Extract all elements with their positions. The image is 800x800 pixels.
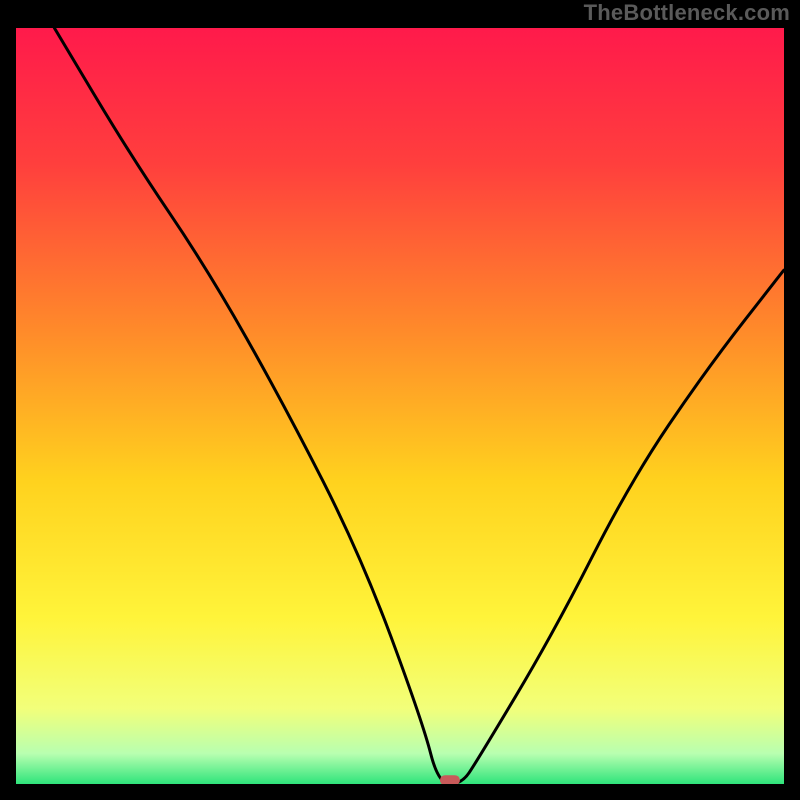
watermark-label: TheBottleneck.com [584,0,790,26]
gradient-background [16,28,784,784]
optimum-marker [440,775,460,784]
chart-frame: TheBottleneck.com [0,0,800,800]
chart-svg [16,28,784,784]
plot-area [16,28,784,784]
